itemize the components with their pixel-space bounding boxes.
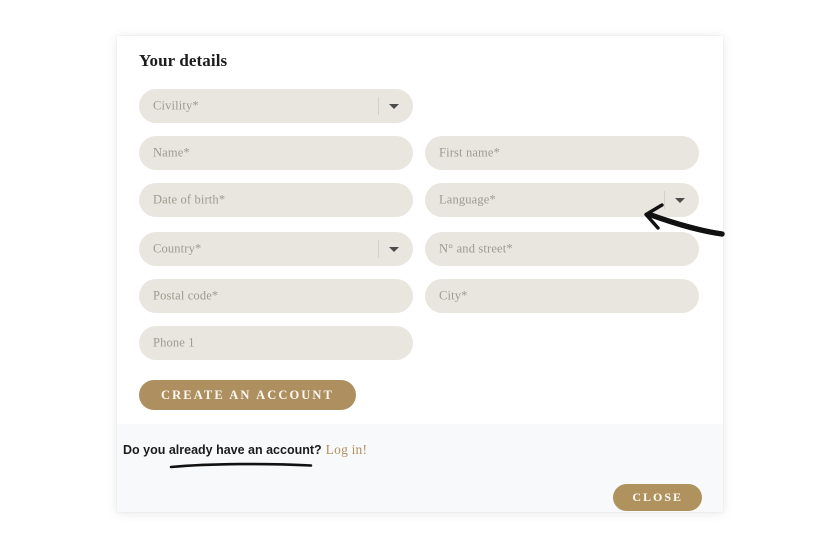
name-input[interactable]: Name* — [139, 136, 413, 170]
civility-placeholder: Civility* — [153, 98, 199, 113]
phone-placeholder: Phone 1 — [153, 335, 195, 350]
language-divider — [664, 191, 665, 209]
country-placeholder: Country* — [153, 241, 202, 256]
language-placeholder: Language* — [439, 192, 496, 207]
chevron-down-icon[interactable] — [389, 247, 399, 252]
postal-code-placeholder: Postal code* — [153, 288, 219, 303]
modal-footer: Do you already have an account? Log in! C… — [117, 424, 723, 512]
date-of-birth-placeholder: Date of birth* — [153, 192, 226, 207]
street-input[interactable]: N° and street* — [425, 232, 699, 266]
form-body: Your details Civility* Name* First name* Da… — [117, 36, 723, 424]
first-name-input[interactable]: First name* — [425, 136, 699, 170]
chevron-down-icon[interactable] — [389, 104, 399, 109]
phone-input[interactable]: Phone 1 — [139, 326, 413, 360]
street-placeholder: N° and street* — [439, 241, 513, 256]
registration-modal: Your details Civility* Name* First name* Da… — [117, 36, 723, 512]
city-placeholder: City* — [439, 288, 468, 303]
login-link[interactable]: Log in! — [326, 442, 368, 457]
name-placeholder: Name* — [153, 145, 190, 160]
first-name-placeholder: First name* — [439, 145, 501, 160]
civility-divider — [378, 97, 379, 115]
chevron-down-icon[interactable] — [675, 198, 685, 203]
language-input[interactable]: Language* — [425, 183, 699, 217]
close-button[interactable]: CLOSE — [613, 484, 702, 511]
city-input[interactable]: City* — [425, 279, 699, 313]
account-prompt-label: Do you already have an account? — [123, 443, 322, 457]
create-account-button[interactable]: CREATE AN ACCOUNT — [139, 380, 356, 410]
date-of-birth-input[interactable]: Date of birth* — [139, 183, 413, 217]
postal-code-input[interactable]: Postal code* — [139, 279, 413, 313]
country-divider — [378, 240, 379, 258]
country-input[interactable]: Country* — [139, 232, 413, 266]
civility-input[interactable]: Civility* — [139, 89, 413, 123]
account-prompt: Do you already have an account? Log in! — [123, 442, 367, 458]
page-title: Your details — [139, 51, 228, 70]
